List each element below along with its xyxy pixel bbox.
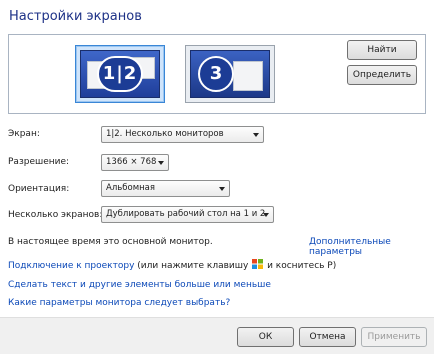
monitor-1-2[interactable]: 1|2 [75,45,165,103]
monitor-preview: 1|2 3 Найти Определить [8,34,426,114]
chevron-down-icon [263,213,269,217]
orientation-label: Ориентация: [8,184,70,194]
multiple-displays-select[interactable]: Дублировать рабочий стол на 1 и 2 [101,206,274,223]
orientation-select[interactable]: Альбомная [101,180,230,197]
projector-row: Подключение к проектору (или нажмите кла… [8,259,336,271]
multiple-displays-select-value: Дублировать рабочий стол на 1 и 2 [106,209,266,219]
text-size-link[interactable]: Сделать текст и другие элементы больше и… [8,280,271,290]
cancel-button[interactable]: Отмена [299,327,356,347]
display-label: Экран: [8,129,40,139]
apply-button[interactable]: Применить [361,327,427,347]
ok-button[interactable]: ОК [237,327,294,347]
chevron-down-icon [158,161,164,165]
monitor-number-badge: 3 [198,56,234,92]
projector-link[interactable]: Подключение к проектору [8,261,134,271]
projector-hint-start: (или нажмите клавишу [137,261,249,271]
monitor-number-badge: 1|2 [97,56,143,92]
chevron-down-icon [253,133,259,137]
projector-hint-end: и коснитесь P) [267,261,337,271]
advanced-settings-link[interactable]: Дополнительные параметры [309,237,434,257]
find-button[interactable]: Найти [347,40,417,60]
page-title: Настройки экранов [9,9,142,24]
orientation-select-value: Альбомная [106,183,155,193]
footer-bar: ОК Отмена Применить [0,318,434,354]
chevron-down-icon [219,187,225,191]
windows-logo-icon [252,259,264,269]
which-settings-link[interactable]: Какие параметры монитора следует выбрать… [8,298,230,308]
resolution-select-value: 1366 × 768 [106,157,157,167]
display-select[interactable]: 1|2. Несколько мониторов [101,126,264,143]
resolution-label: Разрешение: [8,157,70,167]
window-thumb-icon [233,61,263,91]
resolution-select[interactable]: 1366 × 768 [101,154,169,171]
multiple-displays-label: Несколько экранов: [8,210,103,220]
monitor-3[interactable]: 3 [185,45,275,103]
status-text: В настоящее время это основной монитор. [8,237,213,247]
display-select-value: 1|2. Несколько мониторов [106,129,224,139]
identify-button[interactable]: Определить [347,65,417,85]
